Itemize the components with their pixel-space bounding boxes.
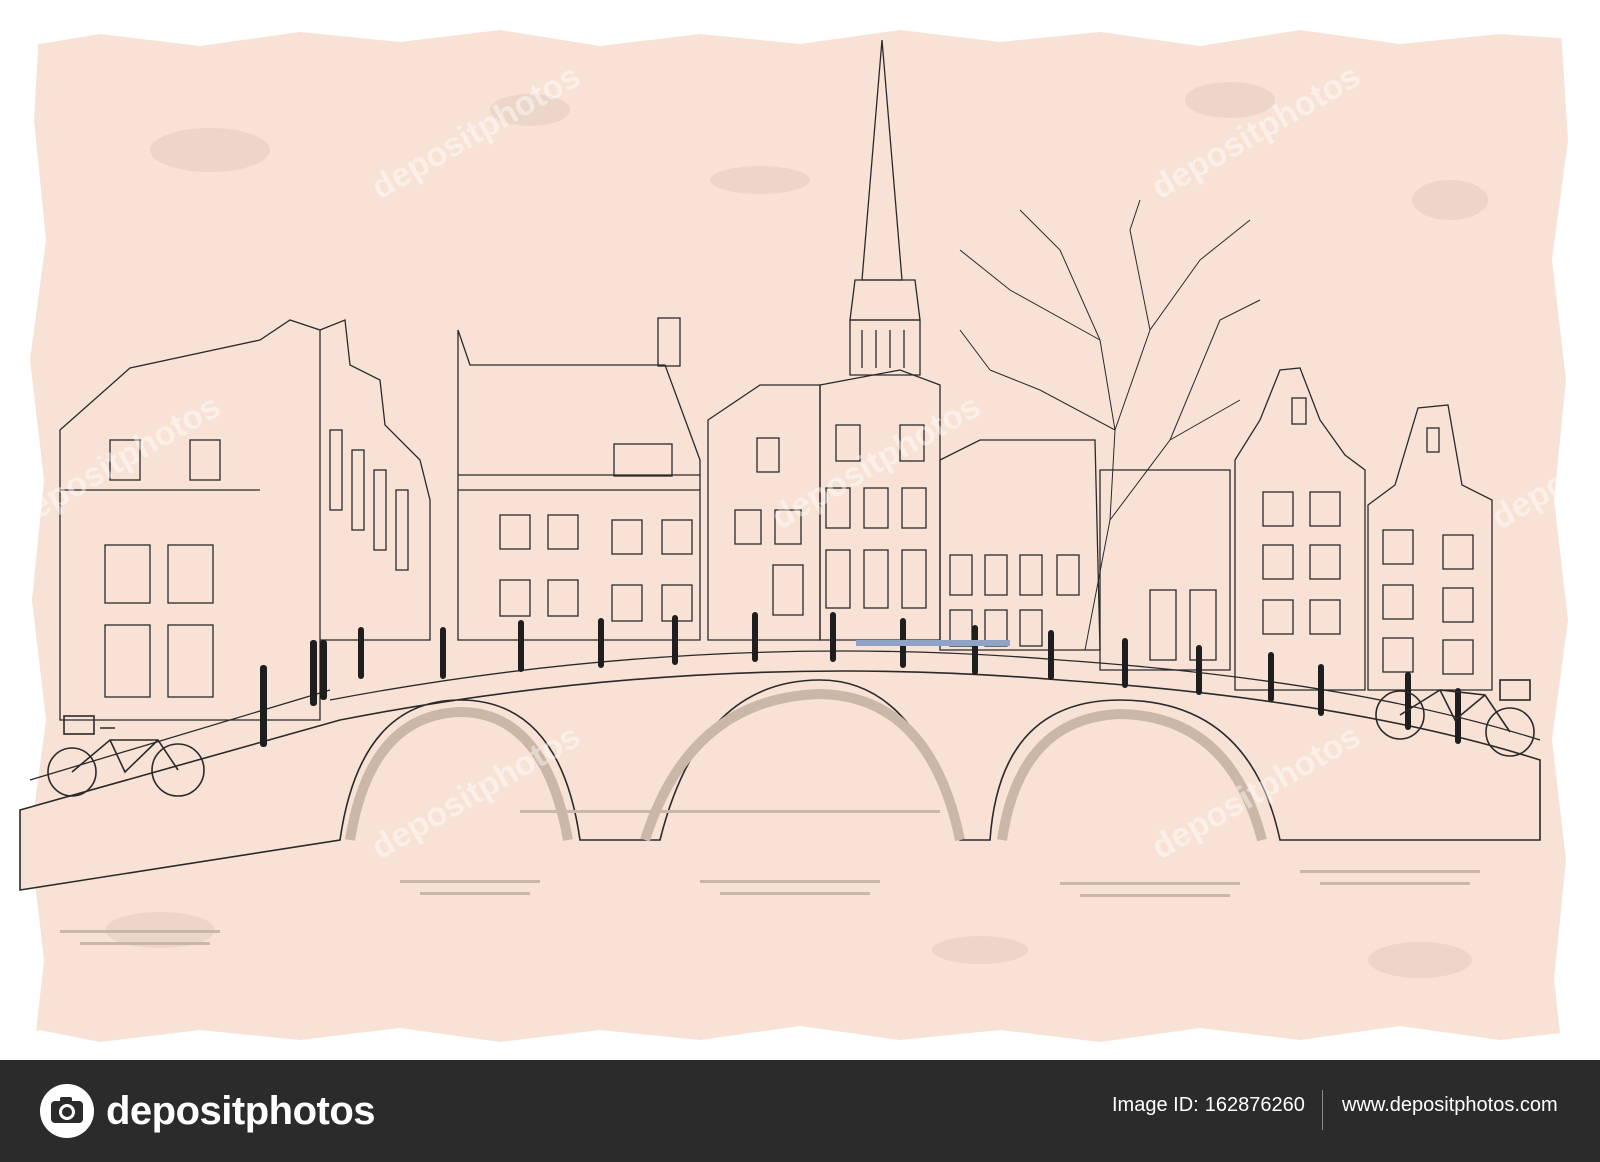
footer-divider (1322, 1090, 1323, 1130)
stock-illustration: depositphotos depositphotos depositphoto… (0, 0, 1600, 1060)
brand-logo[interactable]: depositphotos (38, 1082, 376, 1140)
image-id-value: 162876260 (1204, 1094, 1305, 1116)
footer-bar: depositphotos Image ID: 162876260 www.dep… (0, 1060, 1600, 1162)
brand-name: depositphotos (106, 1088, 376, 1133)
image-id-label: Image ID: (1112, 1094, 1199, 1116)
bench (856, 640, 1010, 646)
image-id: Image ID: 162876260 (1112, 1094, 1305, 1117)
site-url-link[interactable]: www.depositphotos.com (1342, 1094, 1558, 1117)
canal-bridge-sketch: depositphotos depositphotos depositphoto… (5, 14, 1600, 1050)
camera-icon (40, 1084, 94, 1138)
